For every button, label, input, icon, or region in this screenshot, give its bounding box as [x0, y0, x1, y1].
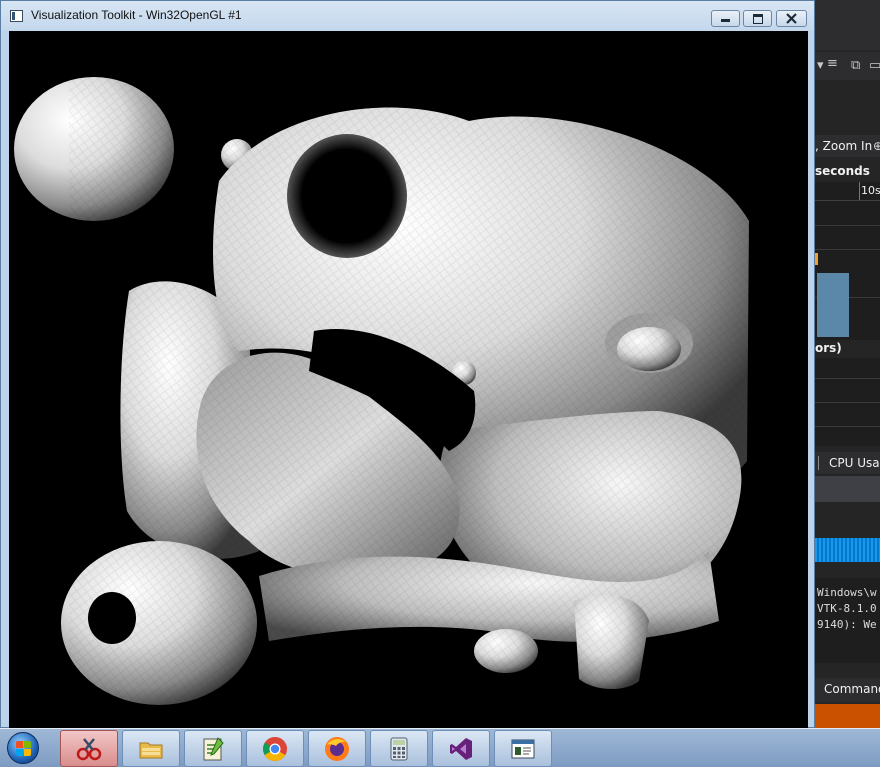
windows-logo-icon — [7, 732, 39, 764]
ide-progress-bar — [815, 538, 880, 562]
graph-gridline — [815, 249, 880, 250]
graph-event-marker — [815, 253, 818, 265]
ide-seconds-header: seconds — [815, 162, 880, 182]
logo-quadrant — [16, 741, 23, 748]
chrome-icon — [263, 737, 287, 762]
zoom-in-icon[interactable]: ⊕ — [873, 139, 880, 153]
timeline-tick-label: 10s — [861, 184, 880, 197]
scissors-icon — [76, 738, 102, 761]
taskbar-file-explorer[interactable] — [122, 730, 180, 767]
logo-quadrant — [24, 741, 31, 748]
isosurface-render[interactable] — [9, 31, 808, 729]
graph-usage-bar — [817, 273, 849, 337]
output-line: Windows\w — [817, 586, 877, 599]
windows-taskbar — [0, 728, 880, 767]
background-ide-window: ▾ ≡ ⧉ ▭ , Zoom In ⊕ seconds 10s ors) CPU… — [815, 0, 880, 728]
ide-toolbar: ▾ ≡ ⧉ ▭ — [815, 52, 880, 80]
window-app-icon — [511, 739, 535, 759]
taskbar-snipping-tool[interactable] — [60, 730, 118, 767]
output-line: VTK-8.1.0 — [817, 602, 877, 615]
ide-title-region — [815, 0, 880, 50]
graph-gridline — [815, 225, 880, 226]
logo-quadrant — [24, 749, 31, 756]
isosurface-mesh — [14, 71, 759, 705]
taskbar-chrome[interactable] — [246, 730, 304, 767]
taskbar-calculator[interactable] — [370, 730, 428, 767]
calculator-icon — [390, 737, 408, 761]
graph-gridline — [815, 378, 880, 379]
taskbar-notepad-plus-plus[interactable] — [184, 730, 242, 767]
graph-gridline — [815, 402, 880, 403]
zoom-in-label[interactable]: , Zoom In — [815, 139, 872, 153]
ide-tab-strip: CPU Usag — [815, 452, 880, 474]
ide-toolbar-icon[interactable]: ▾ — [817, 58, 824, 73]
close-button[interactable] — [776, 10, 807, 27]
application-icon[interactable] — [10, 10, 23, 22]
ide-memory-graph — [815, 201, 880, 341]
window-icon[interactable]: ⧉ — [851, 58, 860, 73]
firefox-icon — [325, 737, 349, 761]
opengl-render-viewport[interactable] — [9, 31, 808, 729]
timeline-tick-mark — [859, 182, 860, 200]
ide-status-bar — [815, 704, 880, 728]
ide-zoom-toolbar: , Zoom In ⊕ — [815, 135, 880, 157]
tab-cpu-usage[interactable]: CPU Usag — [829, 456, 880, 470]
visual-studio-icon — [450, 738, 472, 760]
window-titlebar[interactable]: Visualization Toolkit - Win32OpenGL #1 — [1, 1, 814, 31]
ide-timeline-ruler: 10s — [815, 182, 880, 201]
ide-panel-header — [815, 476, 880, 502]
tab-separator — [818, 456, 819, 470]
window-title: Visualization Toolkit - Win32OpenGL #1 — [31, 8, 242, 22]
start-button[interactable] — [4, 730, 44, 767]
vtk-render-window[interactable]: Visualization Toolkit - Win32OpenGL #1 — [0, 0, 815, 729]
folder-icon — [139, 742, 163, 759]
graph-gridline — [815, 426, 880, 427]
ide-output-pane: Windows\w VTK-8.1.0 9140): We — [815, 578, 880, 663]
dropdown-icon[interactable]: ≡ — [827, 56, 838, 71]
tab-command-window[interactable]: Command — [824, 682, 880, 696]
taskbar-firefox[interactable] — [308, 730, 366, 767]
window-icon[interactable]: ▭ — [869, 58, 880, 73]
minimize-button[interactable] — [711, 10, 740, 27]
close-icon — [786, 13, 797, 24]
section-label: ors) — [815, 341, 842, 355]
ide-command-tab-bar: Command — [815, 678, 880, 702]
logo-quadrant — [16, 749, 23, 756]
seconds-label: seconds — [815, 164, 870, 178]
ide-section-header: ors) — [815, 340, 880, 358]
ide-cpu-graph — [815, 358, 880, 446]
output-line: 9140): We — [817, 618, 877, 631]
notepad-icon — [203, 737, 224, 761]
taskbar-vtk-app[interactable] — [494, 730, 552, 767]
maximize-button[interactable] — [743, 10, 772, 27]
taskbar-visual-studio[interactable] — [432, 730, 490, 767]
